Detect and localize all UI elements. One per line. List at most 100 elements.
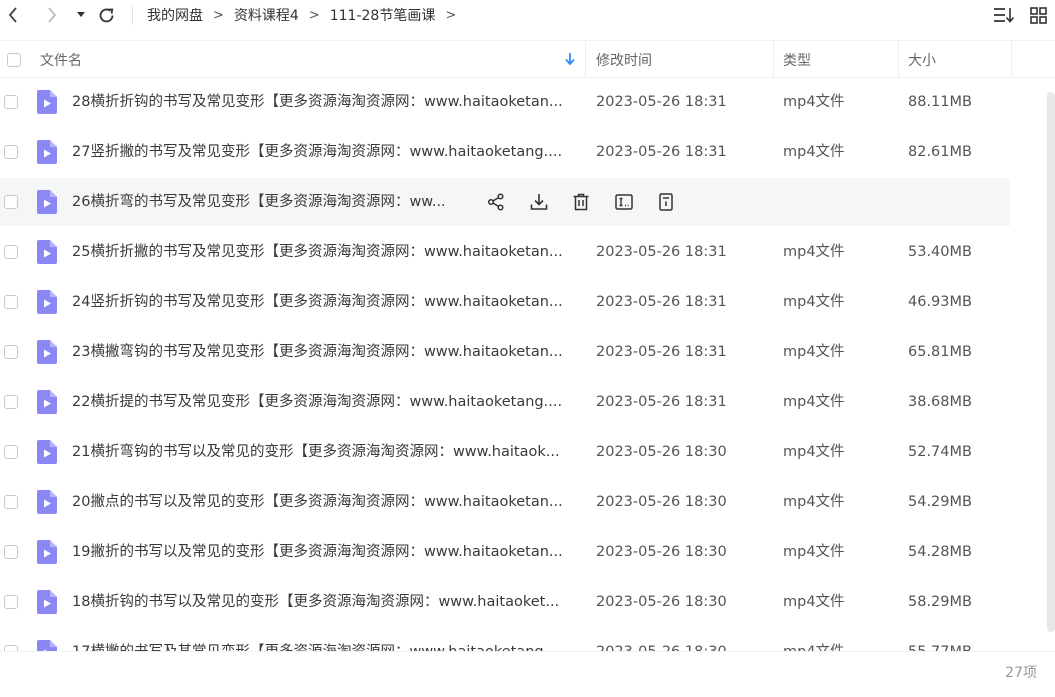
file-modified-time: 2023-05-26 18:31 [596,344,727,360]
file-row[interactable]: 23横撇弯钩的书写及常见变形【更多资源海淘资源网：www.haitaoketan… [0,328,1010,376]
file-modified-time: 2023-05-26 18:31 [596,294,727,310]
file-row[interactable]: 26横折弯的书写及常见变形【更多资源海淘资源网：ww... [0,178,1010,226]
refresh-icon [99,7,113,22]
column-header-name[interactable]: 文件名 [40,41,82,78]
file-name[interactable]: 26横折弯的书写及常见变形【更多资源海淘资源网：ww... [72,178,462,226]
column-header-size[interactable]: 大小 [908,41,936,78]
file-row[interactable]: 19撇折的书写以及常见的变形【更多资源海淘资源网：www.haitaoketan… [0,528,1010,576]
share-icon [487,193,504,211]
item-count: 27项 [1005,665,1037,681]
select-all-checkbox[interactable] [7,52,21,67]
vertical-scrollbar[interactable] [1047,92,1055,632]
file-name[interactable]: 19撇折的书写以及常见的变形【更多资源海淘资源网：www.haitaoketan… [72,528,578,576]
video-file-icon [37,190,57,214]
file-type: mp4文件 [783,494,845,510]
breadcrumb-separator: > [213,7,224,23]
file-name[interactable]: 28横折折钩的书写及常见变形【更多资源海淘资源网：www.haitaoketan… [72,78,578,126]
download-icon [530,194,547,210]
video-file-icon [37,640,57,651]
file-row[interactable]: 22横折提的书写及常见变形【更多资源海淘资源网：www.haitaoketang… [0,378,1010,426]
file-row[interactable]: 21横折弯钩的书写以及常见的变形【更多资源海淘资源网：www.haitaok..… [0,428,1010,476]
row-checkbox[interactable] [4,295,18,309]
file-name[interactable]: 24竖折折钩的书写及常见变形【更多资源海淘资源网：www.haitaoketan… [72,278,578,326]
top-navigation-bar: 我的网盘 > 资料课程4 > 111-28节笔画课 > [0,0,1055,30]
download-button[interactable] [527,190,551,214]
row-checkbox[interactable] [4,345,18,359]
row-checkbox[interactable] [4,595,18,609]
file-name[interactable]: 25横折折撇的书写及常见变形【更多资源海淘资源网：www.haitaoketan… [72,228,578,276]
trash-icon [573,193,589,211]
caret-down-icon [77,12,85,17]
select-all-checkbox-cell[interactable] [7,41,21,78]
file-size: 38.68MB [908,394,972,410]
refresh-button[interactable] [96,3,116,27]
grid-view-icon [1029,6,1047,24]
file-name[interactable]: 27竖折撇的书写及常见变形【更多资源海淘资源网：www.haitaoketang… [72,128,578,176]
video-file-icon [37,390,57,414]
row-checkbox[interactable] [4,145,18,159]
file-size: 65.81MB [908,344,972,360]
file-name[interactable]: 17横撇的书写及其常见变形【更多资源海淘资源网：www.haitaoketang… [72,628,578,651]
video-file-icon [37,240,57,264]
row-checkbox[interactable] [4,245,18,259]
breadcrumb-item-current[interactable]: 111-28节笔画课 [330,5,436,25]
file-row[interactable]: 25横折折撇的书写及常见变形【更多资源海淘资源网：www.haitaoketan… [0,228,1010,276]
column-divider[interactable] [585,41,586,78]
column-header-type[interactable]: 类型 [783,41,811,78]
breadcrumb-separator: > [308,7,320,23]
file-size: 55.77MB [908,628,972,651]
sort-descending-icon [564,51,576,70]
row-actions [484,190,697,214]
row-checkbox[interactable] [4,445,18,459]
file-modified-time: 2023-05-26 18:31 [596,244,727,260]
file-size: 54.29MB [908,494,972,510]
file-name[interactable]: 23横撇弯钩的书写及常见变形【更多资源海淘资源网：www.haitaoketan… [72,328,578,376]
breadcrumb-separator: > [445,7,457,23]
file-modified-time: 2023-05-26 18:31 [596,144,727,160]
file-row[interactable]: 20撇点的书写以及常见的变形【更多资源海淘资源网：www.haitaoketan… [0,478,1010,526]
breadcrumb: 我的网盘 > 资料课程4 > 111-28节笔画课 > [147,0,466,30]
video-file-icon [37,540,57,564]
more-button[interactable] [654,190,678,214]
file-row[interactable]: 27竖折撇的书写及常见变形【更多资源海淘资源网：www.haitaoketang… [0,128,1010,176]
file-row[interactable]: 24竖折折钩的书写及常见变形【更多资源海淘资源网：www.haitaoketan… [0,278,1010,326]
video-file-icon [37,90,57,114]
rename-icon [614,194,633,210]
column-divider[interactable] [773,41,774,78]
file-name[interactable]: 18横折钩的书写以及常见的变形【更多资源海淘资源网：www.haitaoket.… [72,578,578,626]
grid-view-button[interactable] [1028,4,1048,26]
back-button[interactable] [4,3,22,27]
row-checkbox[interactable] [4,195,18,209]
delete-button[interactable] [569,190,593,214]
video-file-icon [37,140,57,164]
file-name[interactable]: 20撇点的书写以及常见的变形【更多资源海淘资源网：www.haitaoketan… [72,478,578,526]
sort-button[interactable] [992,4,1016,26]
share-button[interactable] [484,190,508,214]
forward-button[interactable] [43,3,61,27]
file-type: mp4文件 [783,594,845,610]
rename-button[interactable] [612,190,636,214]
file-row[interactable]: 28横折折钩的书写及常见变形【更多资源海淘资源网：www.haitaoketan… [0,78,1010,126]
file-type: mp4文件 [783,144,845,160]
file-row[interactable]: 18横折钩的书写以及常见的变形【更多资源海淘资源网：www.haitaoket.… [0,578,1010,626]
file-modified-time: 2023-05-26 18:31 [596,394,727,410]
breadcrumb-item-root[interactable]: 我的网盘 [147,5,203,25]
chevron-left-icon [8,7,17,23]
file-modified-time: 2023-05-26 18:31 [596,94,727,110]
breadcrumb-item-folder[interactable]: 资料课程4 [234,5,299,25]
sort-list-icon [994,8,1015,23]
file-list: 28横折折钩的书写及常见变形【更多资源海淘资源网：www.haitaoketan… [0,78,1055,651]
file-name[interactable]: 21横折弯钩的书写以及常见的变形【更多资源海淘资源网：www.haitaok..… [72,428,578,476]
file-row[interactable]: 17横撇的书写及其常见变形【更多资源海淘资源网：www.haitaoketang… [0,628,1010,651]
history-dropdown-button[interactable] [74,3,88,27]
column-divider[interactable] [1011,41,1012,78]
column-divider[interactable] [898,41,899,78]
column-header-time[interactable]: 修改时间 [596,41,652,78]
row-checkbox[interactable] [4,495,18,509]
row-checkbox[interactable] [4,395,18,409]
video-file-icon [37,340,57,364]
row-checkbox[interactable] [4,95,18,109]
file-details-icon [659,193,673,211]
row-checkbox[interactable] [4,545,18,559]
file-name[interactable]: 22横折提的书写及常见变形【更多资源海淘资源网：www.haitaoketang… [72,378,578,426]
